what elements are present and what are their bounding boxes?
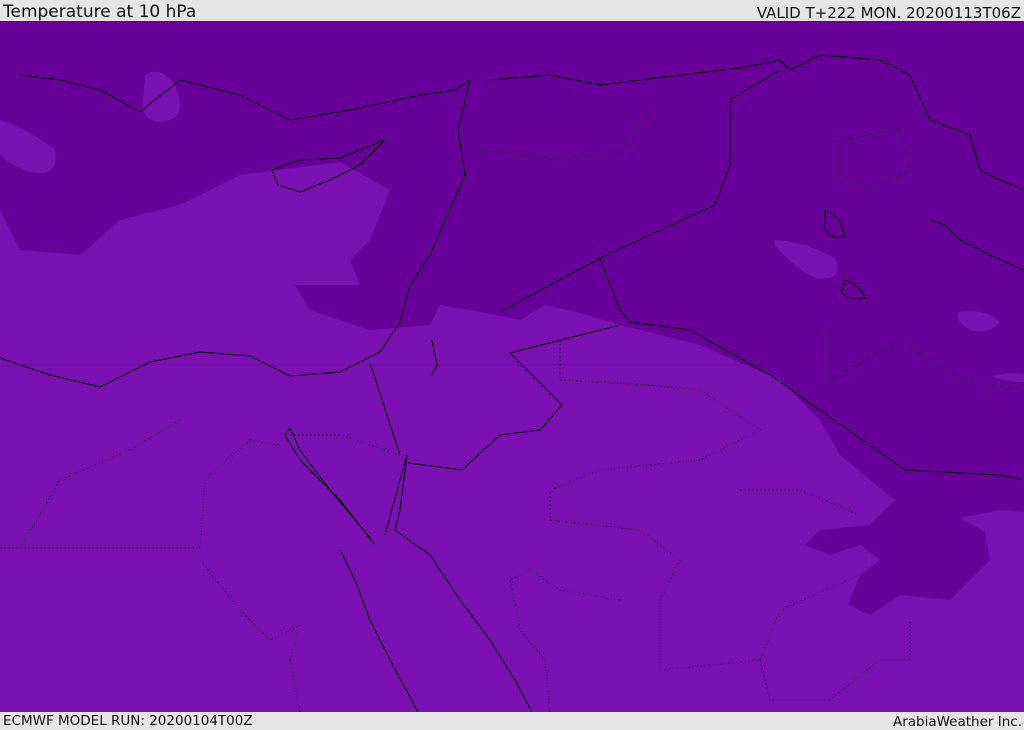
- credit: ArabiaWeather Inc.: [892, 714, 1022, 730]
- temperature-map: [0, 21, 1024, 712]
- footer-bar: ECMWF MODEL RUN: 20200104T00Z ArabiaWeat…: [0, 712, 1024, 730]
- map-title: Temperature at 10 hPa: [3, 2, 197, 22]
- model-run: ECMWF MODEL RUN: 20200104T00Z: [3, 713, 253, 729]
- header-bar: Temperature at 10 hPa VALID T+222 MON. 2…: [0, 0, 1024, 21]
- valid-time: VALID T+222 MON. 20200113T06Z: [756, 4, 1021, 22]
